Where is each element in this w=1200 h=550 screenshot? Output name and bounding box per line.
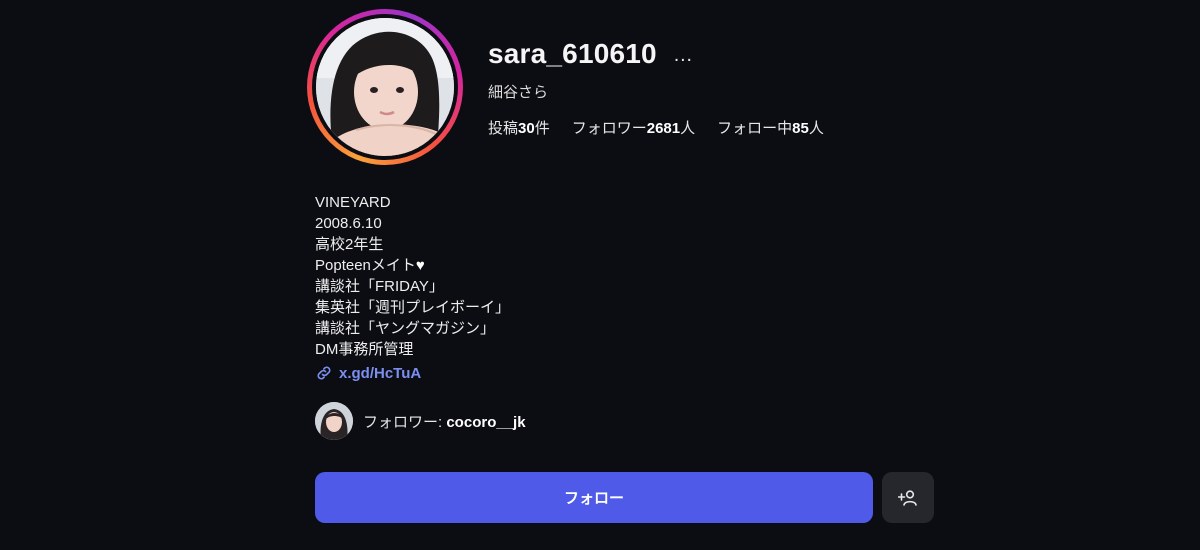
username-row: sara_610610 … xyxy=(488,38,693,70)
posts-count: 投稿30件 xyxy=(488,120,550,137)
full-name: 細谷さら xyxy=(488,84,549,101)
story-ring[interactable] xyxy=(307,9,463,165)
follower-avatar[interactable] xyxy=(315,402,353,440)
bio-line: 高校2年生 xyxy=(315,236,384,253)
follow-button[interactable]: フォロー xyxy=(315,472,873,523)
heart-icon: ♥ xyxy=(415,257,425,274)
follower-photo-icon xyxy=(315,402,353,440)
followers-count[interactable]: フォロワー2681人 xyxy=(572,117,695,138)
bio-line: 講談社「ヤングマガジン」 xyxy=(315,320,496,337)
followed-by[interactable]: フォロワー: cocoro__jk xyxy=(315,402,526,440)
bio-line: 集英社「週刊プレイボーイ」 xyxy=(315,299,511,316)
bio-line: 講談社「FRIDAY」 xyxy=(315,278,444,295)
profile-avatar[interactable] xyxy=(316,18,454,156)
bio-line: VINEYARD xyxy=(315,194,391,211)
bio-line: Popteenメイト♥ xyxy=(315,257,425,274)
profile-photo-icon xyxy=(316,18,454,156)
profile-page: sara_610610 … 細谷さら 投稿30件 フォロワー2681人 フォロー… xyxy=(0,0,1200,550)
bio-line: DM事務所管理 xyxy=(315,341,414,358)
bio-line: 2008.6.10 xyxy=(315,215,382,232)
add-person-icon xyxy=(898,489,917,506)
more-options-icon[interactable]: … xyxy=(673,43,693,65)
followed-by-name[interactable]: cocoro__jk xyxy=(446,414,525,431)
following-count[interactable]: フォロー中85人 xyxy=(717,117,824,138)
bio-link-text[interactable]: x.gd/HcTuA xyxy=(339,365,421,382)
bio: VINEYARD 2008.6.10 高校2年生 Popteenメイト♥ 講談社… xyxy=(315,192,510,360)
username: sara_610610 xyxy=(488,38,657,69)
followed-by-label: フォロワー: xyxy=(363,413,447,431)
bio-link[interactable]: x.gd/HcTuA xyxy=(315,364,421,382)
link-icon xyxy=(315,364,333,382)
profile-stats: 投稿30件 フォロワー2681人 フォロー中85人 xyxy=(488,117,824,138)
suggested-accounts-button[interactable] xyxy=(882,472,934,523)
